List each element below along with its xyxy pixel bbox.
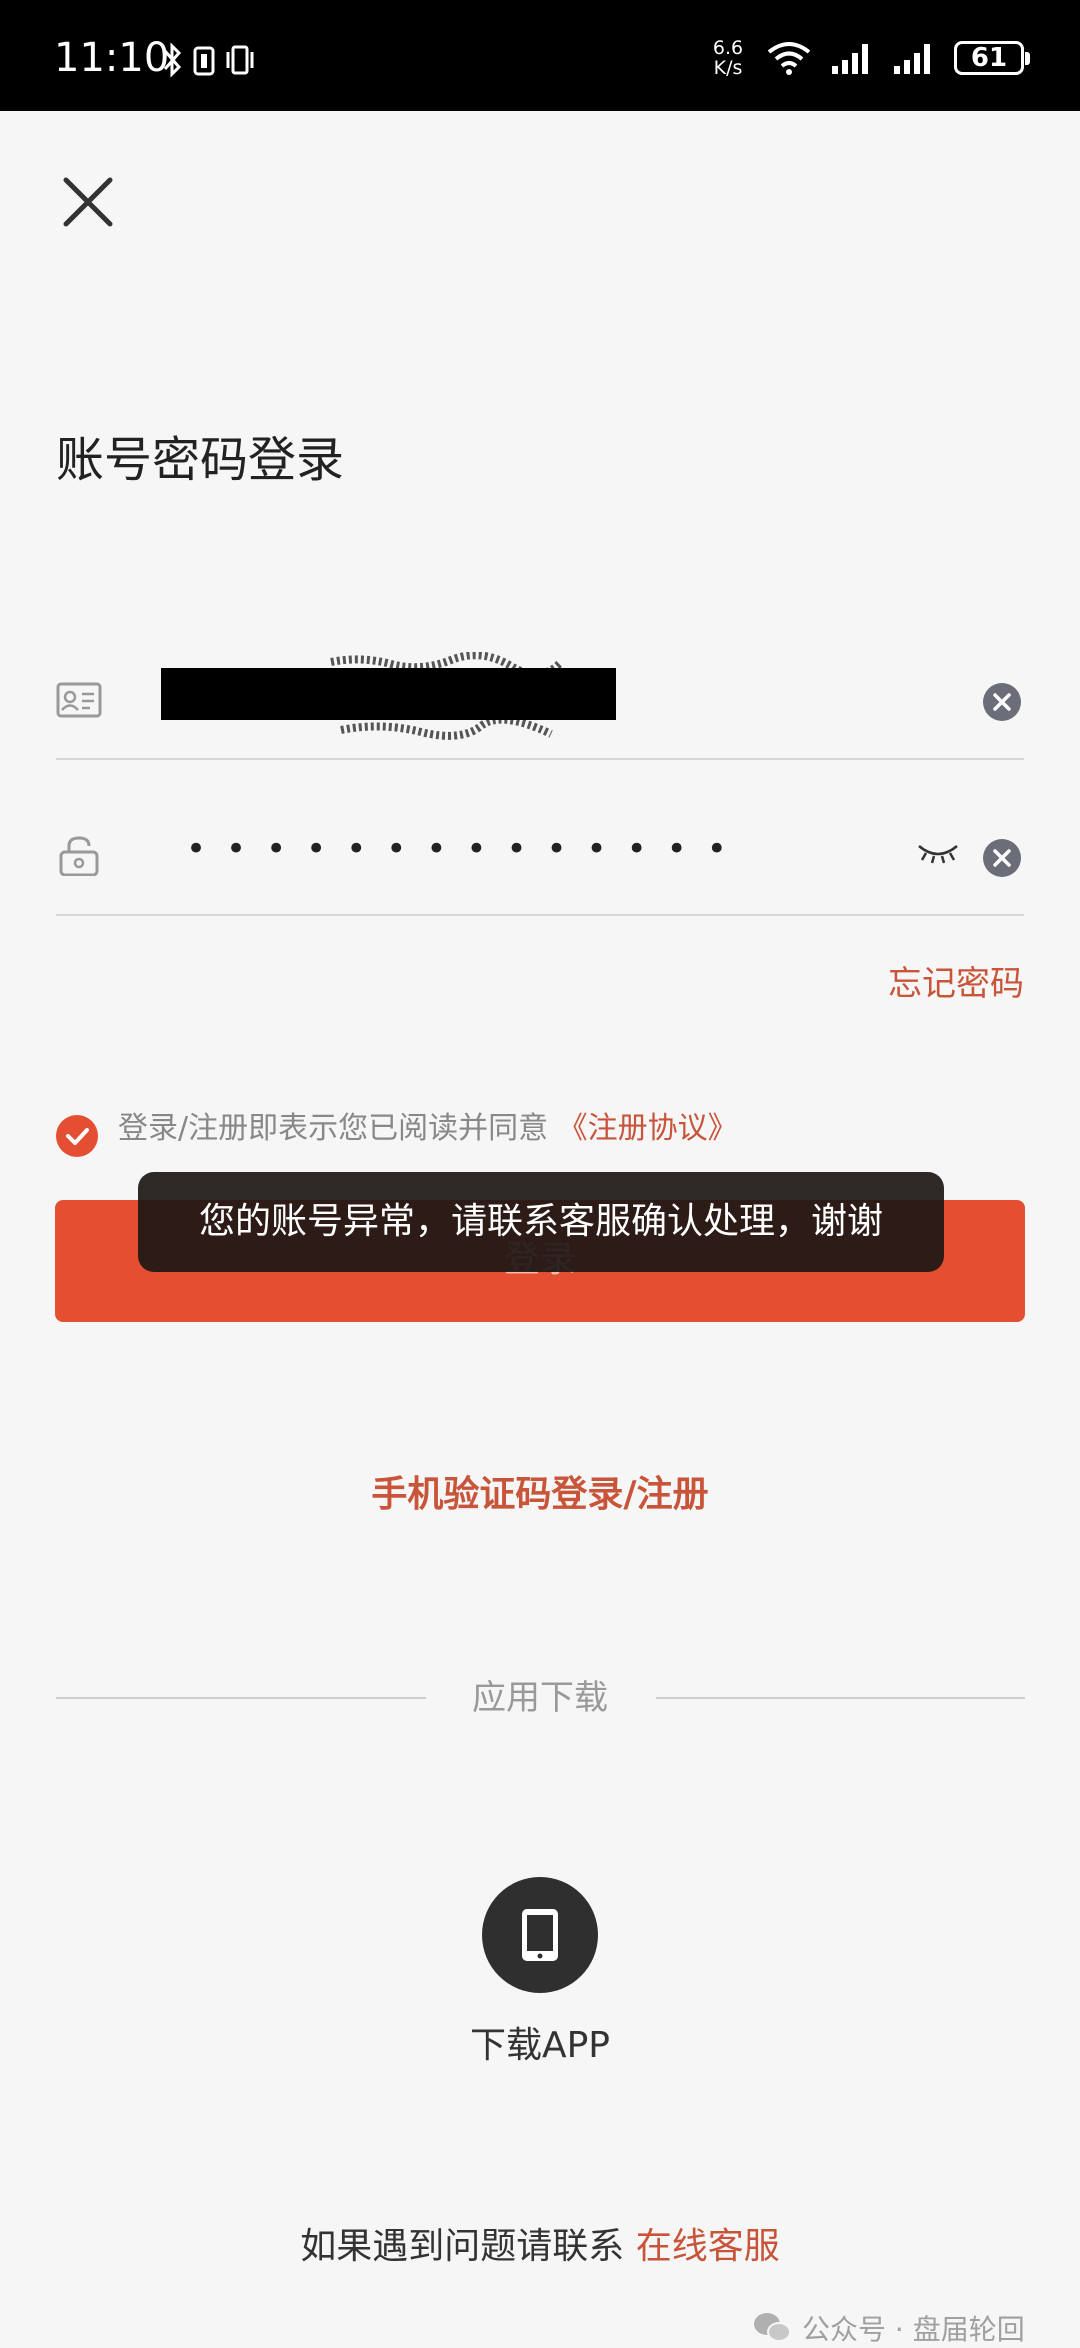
online-service-link[interactable]: 在线客服 xyxy=(636,2226,780,2267)
close-button[interactable] xyxy=(58,172,118,232)
signal-icon-2 xyxy=(894,44,930,74)
watermark: 公众号 · 盘届轮回 xyxy=(752,2310,1025,2346)
agreement-checkbox[interactable] xyxy=(56,1115,98,1157)
status-right-icons: 6.6 K/s 61 xyxy=(708,32,1030,84)
nfc-icon xyxy=(193,46,215,76)
phone-icon xyxy=(522,1909,558,1961)
bluetooth-icon xyxy=(163,42,182,78)
account-clear-button[interactable] xyxy=(982,682,1022,722)
sms-login-link[interactable]: 手机验证码登录/注册 xyxy=(0,1470,1080,1520)
agreement-link[interactable]: 《注册协议》 xyxy=(558,1111,738,1146)
help-text: 如果遇到问题请联系 xyxy=(300,2226,625,2267)
eye-closed-icon xyxy=(918,845,958,864)
status-left-icons xyxy=(162,40,256,80)
status-time: 11:10 xyxy=(54,35,170,81)
watermark-text: 公众号 · 盘届轮回 xyxy=(802,2313,1025,2346)
download-app-button[interactable] xyxy=(482,1877,598,1993)
clear-icon xyxy=(983,683,1021,721)
close-icon xyxy=(63,177,113,227)
help-footer: 如果遇到问题请联系 在线客服 xyxy=(0,2222,1080,2272)
divider-right xyxy=(656,1697,1025,1699)
signal-icon-1 xyxy=(832,44,868,74)
clear-icon xyxy=(983,839,1021,877)
account-input-redacted[interactable] xyxy=(161,668,616,720)
password-clear-button[interactable] xyxy=(982,838,1022,878)
password-input[interactable]: •••••••••••••• xyxy=(186,824,747,874)
status-bar: 11:10 6.6 K/s 61 xyxy=(0,0,1080,111)
toggle-password-visibility[interactable] xyxy=(916,840,960,864)
id-card-icon xyxy=(56,682,102,718)
download-app-label[interactable]: 下载APP xyxy=(0,2022,1080,2070)
lock-icon xyxy=(59,836,99,876)
password-field[interactable]: •••••••••••••• xyxy=(56,756,1024,916)
agreement-text: 登录/注册即表示您已阅读并同意 《注册协议》 xyxy=(118,1108,738,1150)
toast-message: 您的账号异常，请联系客服确认处理，谢谢 xyxy=(138,1172,944,1272)
forgot-password-link[interactable]: 忘记密码 xyxy=(888,962,1024,1006)
battery-indicator: 61 xyxy=(954,41,1030,75)
check-icon xyxy=(66,1128,89,1145)
page-title: 账号密码登录 xyxy=(56,432,345,488)
account-field[interactable] xyxy=(56,600,1024,760)
network-speed: 6.6 K/s xyxy=(712,37,744,79)
wifi-icon xyxy=(767,42,811,75)
agreement-label: 登录/注册即表示您已阅读并同意 xyxy=(118,1111,549,1146)
wechat-icon xyxy=(754,2313,791,2342)
vibrate-icon xyxy=(226,45,254,75)
